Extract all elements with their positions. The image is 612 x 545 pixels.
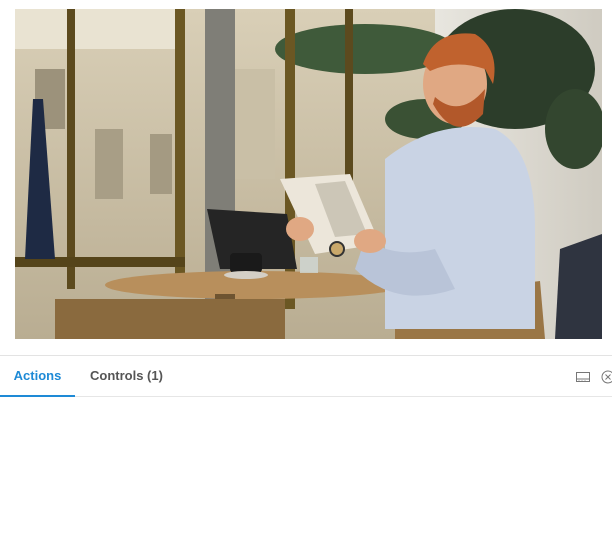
tab-actions[interactable]: Actions — [0, 356, 75, 397]
panel-dock-icon[interactable] — [575, 369, 591, 385]
actions-panel-body — [0, 397, 612, 545]
tab-bar: Actions Controls (1) — [0, 356, 612, 397]
close-circle-icon[interactable] — [600, 369, 612, 385]
cafe-photo — [15, 9, 602, 339]
tab-controls[interactable]: Controls (1) — [90, 356, 163, 396]
preview-image — [15, 9, 602, 339]
